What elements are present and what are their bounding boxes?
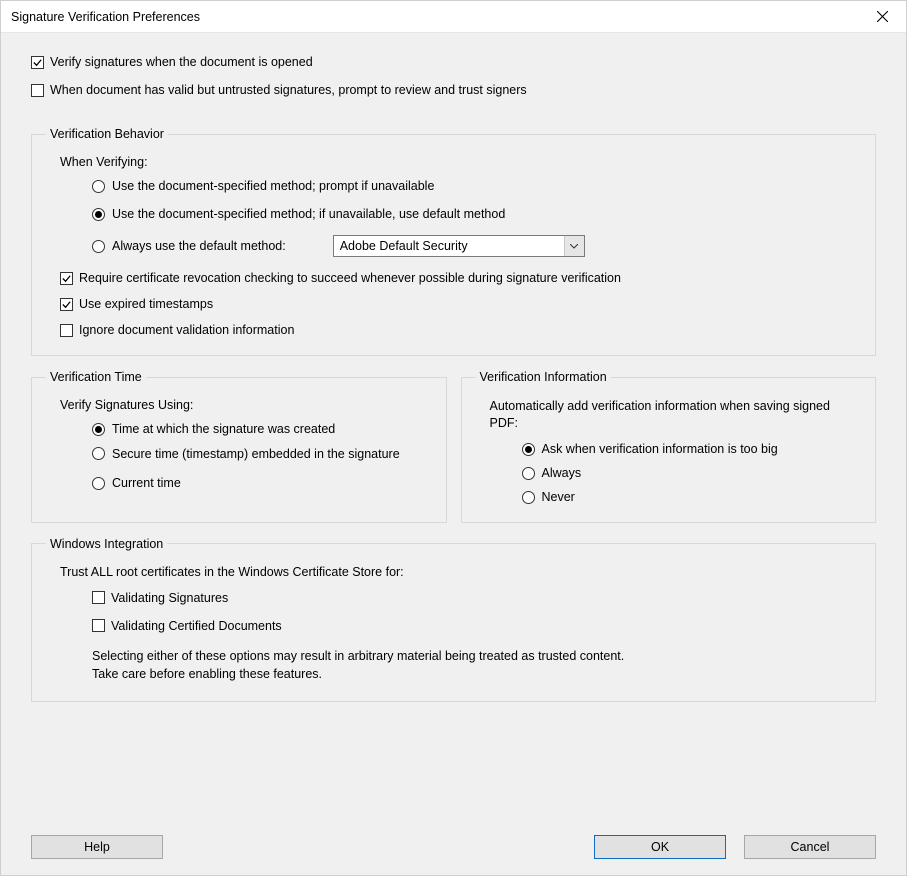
method-prompt-label: Use the document-specified method; promp… bbox=[112, 179, 434, 193]
info-always-label: Always bbox=[542, 466, 582, 480]
time-secure-label: Secure time (timestamp) embedded in the … bbox=[112, 446, 400, 462]
verification-information-legend: Verification Information bbox=[476, 370, 611, 384]
verify-on-open-checkbox[interactable] bbox=[31, 56, 44, 69]
validating-certified-label: Validating Certified Documents bbox=[111, 619, 282, 633]
revocation-check-checkbox[interactable] bbox=[60, 272, 73, 285]
info-ask-label: Ask when verification information is too… bbox=[542, 442, 778, 456]
verify-on-open-label: Verify signatures when the document is o… bbox=[50, 55, 313, 69]
verification-information-group: Verification Information Automatically a… bbox=[461, 370, 877, 523]
verification-time-group: Verification Time Verify Signatures Usin… bbox=[31, 370, 447, 523]
expired-timestamps-label: Use expired timestamps bbox=[79, 297, 213, 311]
trust-root-label: Trust ALL root certificates in the Windo… bbox=[60, 565, 861, 579]
revocation-check-label: Require certificate revocation checking … bbox=[79, 271, 621, 285]
dialog-window: Signature Verification Preferences Verif… bbox=[0, 0, 907, 876]
dialog-title: Signature Verification Preferences bbox=[11, 10, 200, 24]
ok-button[interactable]: OK bbox=[594, 835, 726, 859]
default-method-value: Adobe Default Security bbox=[340, 239, 468, 253]
chevron-down-icon bbox=[564, 236, 584, 256]
prompt-untrusted-label: When document has valid but untrusted si… bbox=[50, 83, 527, 97]
method-default-fallback-radio[interactable] bbox=[92, 208, 105, 221]
time-current-label: Current time bbox=[112, 476, 181, 490]
time-created-label: Time at which the signature was created bbox=[112, 422, 335, 436]
verification-behavior-legend: Verification Behavior bbox=[46, 127, 168, 141]
when-verifying-label: When Verifying: bbox=[60, 155, 861, 169]
titlebar: Signature Verification Preferences bbox=[1, 1, 906, 33]
method-default-fallback-label: Use the document-specified method; if un… bbox=[112, 207, 505, 221]
auto-add-info-label: Automatically add verification informati… bbox=[490, 398, 858, 432]
method-always-default-radio[interactable] bbox=[92, 240, 105, 253]
info-always-radio[interactable] bbox=[522, 467, 535, 480]
validating-signatures-label: Validating Signatures bbox=[111, 591, 228, 605]
ignore-validation-label: Ignore document validation information bbox=[79, 323, 294, 337]
windows-integration-group: Windows Integration Trust ALL root certi… bbox=[31, 537, 876, 702]
info-never-radio[interactable] bbox=[522, 491, 535, 504]
verification-behavior-group: Verification Behavior When Verifying: Us… bbox=[31, 127, 876, 356]
prompt-untrusted-checkbox[interactable] bbox=[31, 84, 44, 97]
dialog-content: Verify signatures when the document is o… bbox=[1, 33, 906, 875]
close-button[interactable] bbox=[862, 3, 902, 31]
time-secure-radio[interactable] bbox=[92, 447, 105, 460]
method-prompt-radio[interactable] bbox=[92, 180, 105, 193]
help-button[interactable]: Help bbox=[31, 835, 163, 859]
validating-signatures-checkbox[interactable] bbox=[92, 591, 105, 604]
cancel-button[interactable]: Cancel bbox=[744, 835, 876, 859]
dialog-footer: Help OK Cancel bbox=[31, 825, 876, 859]
info-ask-radio[interactable] bbox=[522, 443, 535, 456]
validating-certified-checkbox[interactable] bbox=[92, 619, 105, 632]
method-always-default-label: Always use the default method: bbox=[112, 239, 286, 253]
ignore-validation-checkbox[interactable] bbox=[60, 324, 73, 337]
default-method-select[interactable]: Adobe Default Security bbox=[333, 235, 585, 257]
windows-integration-note: Selecting either of these options may re… bbox=[92, 647, 861, 683]
time-current-radio[interactable] bbox=[92, 477, 105, 490]
verification-time-legend: Verification Time bbox=[46, 370, 146, 384]
info-never-label: Never bbox=[542, 490, 575, 504]
verify-using-label: Verify Signatures Using: bbox=[60, 398, 432, 412]
time-created-radio[interactable] bbox=[92, 423, 105, 436]
expired-timestamps-checkbox[interactable] bbox=[60, 298, 73, 311]
close-icon bbox=[877, 11, 888, 22]
windows-integration-legend: Windows Integration bbox=[46, 537, 167, 551]
